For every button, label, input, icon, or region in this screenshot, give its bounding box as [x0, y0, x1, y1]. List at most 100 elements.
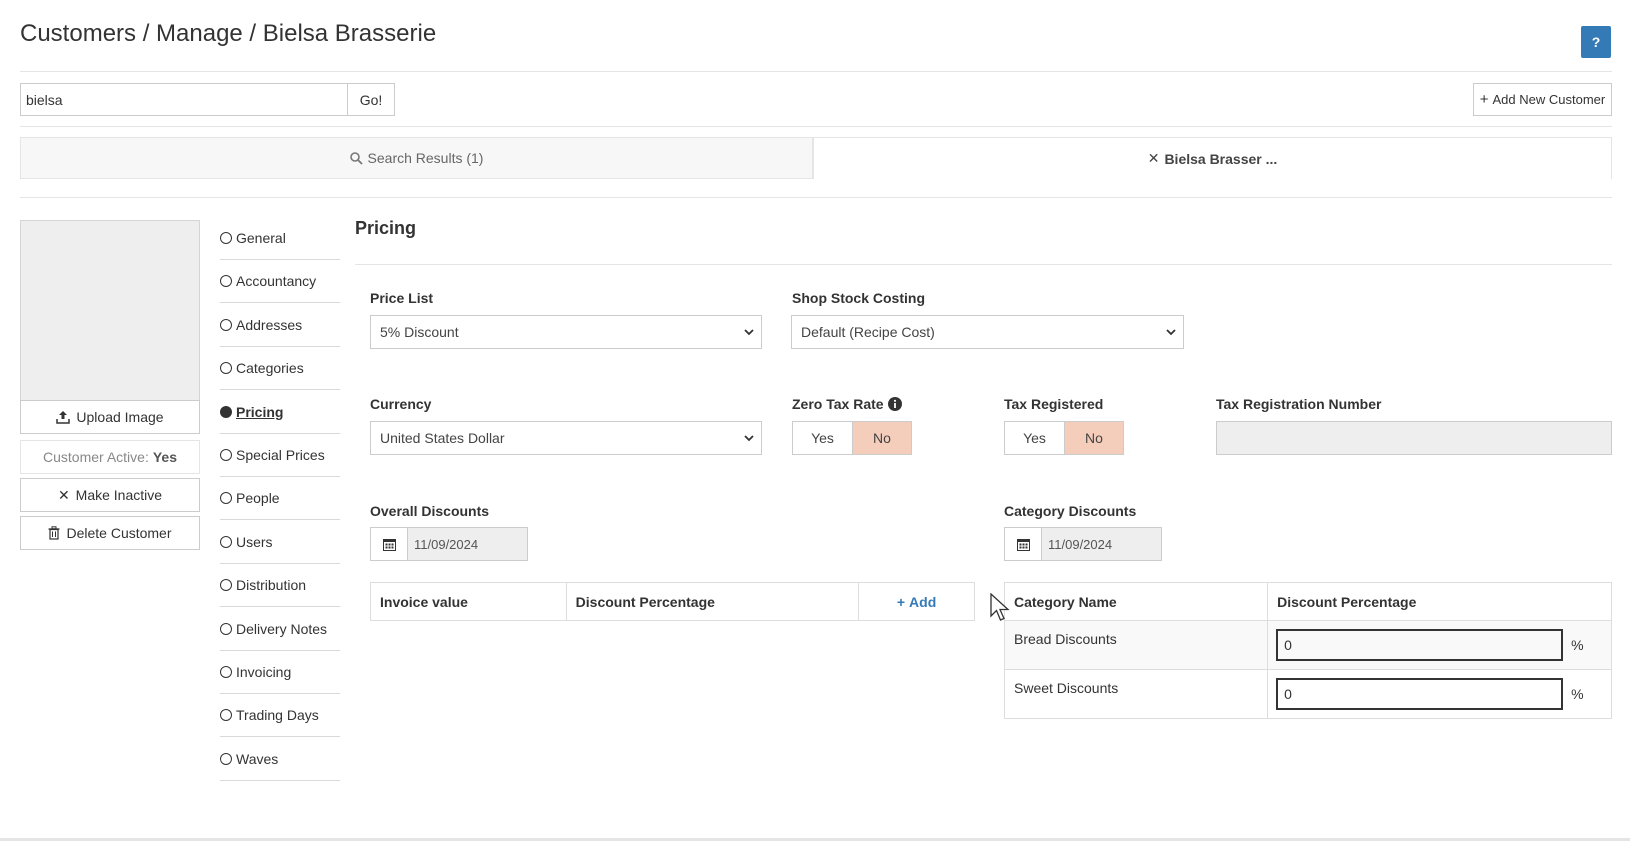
radio-empty-icon [220, 752, 232, 765]
chevron-down-icon [1166, 329, 1176, 336]
nav-item-label: People [236, 490, 280, 507]
nav-item-label: Special Prices [236, 447, 325, 463]
overall-discounts-label: Overall Discounts [370, 503, 490, 519]
add-new-customer-button[interactable]: + Add New Customer [1473, 83, 1612, 116]
divider [20, 197, 1612, 198]
add-discount-button[interactable]: + Add [868, 594, 965, 610]
radio-empty-icon [220, 449, 232, 461]
delete-customer-button[interactable]: Delete Customer [20, 516, 200, 550]
category-name-cell: Sweet Discounts [1003, 669, 1269, 719]
currency-select[interactable]: United States Dollar [370, 421, 762, 455]
percent-unit: % [1571, 637, 1584, 653]
tax-registration-number-field[interactable] [1216, 421, 1612, 455]
nav-item-waves[interactable]: Waves [220, 738, 340, 781]
overall-discounts-date[interactable]: 11/09/2024 [408, 527, 528, 561]
add-new-customer-label: Add New Customer [1492, 92, 1606, 107]
table-row: Sweet Discounts 0 % [1003, 669, 1612, 719]
radio-empty-icon [220, 622, 232, 635]
nav-item-label: Accountancy [236, 273, 317, 290]
customer-active-status: Customer Active: Yes [20, 440, 200, 474]
nav-item-addresses[interactable]: Addresses [220, 304, 340, 347]
tab-customer-label: Bielsa Brasser ... [1164, 150, 1278, 167]
help-button[interactable]: ? [1581, 26, 1611, 58]
radio-empty-icon [220, 318, 232, 331]
info-icon[interactable] [887, 397, 902, 411]
radio-empty-icon [220, 492, 232, 505]
close-icon[interactable]: ✕ [1148, 150, 1160, 167]
search-icon [349, 151, 363, 165]
bread-discount-input[interactable]: 0 [1276, 629, 1564, 661]
shop-stock-costing-select[interactable]: Default (Recipe Cost) [791, 315, 1184, 349]
discount-percentage-header: Discount Percentage [565, 582, 860, 621]
make-inactive-button[interactable]: ✕ Make Inactive [20, 478, 200, 512]
category-discounts-date[interactable]: 11/09/2024 [1042, 527, 1162, 561]
category-discounts-table: Category Name Discount Percentage Bread … [1003, 582, 1612, 719]
calendar-icon[interactable] [370, 527, 408, 561]
radio-empty-icon [220, 709, 232, 722]
zero-tax-rate-yes[interactable]: Yes [793, 422, 852, 454]
category-discounts-label: Category Discounts [1004, 503, 1137, 519]
mouse-cursor-icon [990, 593, 1010, 621]
tab-customer[interactable]: ✕ Bielsa Brasser ... [813, 137, 1612, 179]
nav-item-label: Delivery Notes [236, 620, 328, 637]
tax-registered-no[interactable]: No [1064, 422, 1123, 454]
zero-tax-rate-toggle: Yes No [792, 421, 912, 455]
sweet-discount-input[interactable]: 0 [1276, 678, 1564, 710]
nav-item-users[interactable]: Users [220, 521, 340, 564]
overall-discounts-table: Invoice value Discount Percentage + Add [370, 582, 975, 621]
radio-empty-icon [220, 579, 232, 592]
nav-item-categories[interactable]: Categories [220, 347, 340, 391]
nav-item-people[interactable]: People [220, 477, 340, 521]
upload-icon [56, 411, 71, 424]
nav-item-delivery-notes[interactable]: Delivery Notes [220, 608, 340, 651]
chevron-down-icon [744, 329, 754, 336]
zero-tax-rate-label: Zero Tax Rate [792, 396, 884, 412]
trash-icon [48, 526, 60, 540]
calendar-icon[interactable] [1004, 527, 1042, 561]
nav-item-pricing[interactable]: Pricing [220, 391, 340, 434]
category-discount-cell: 0 % [1267, 669, 1612, 719]
category-name-cell: Bread Discounts [1003, 620, 1269, 670]
nav-item-label: Pricing [236, 403, 284, 420]
nav-item-accountancy[interactable]: Accountancy [220, 260, 340, 304]
nav-item-label: Trading Days [236, 707, 319, 724]
nav-item-trading-days[interactable]: Trading Days [220, 694, 340, 738]
zero-tax-rate-no[interactable]: No [852, 422, 911, 454]
nav-item-label: Distribution [236, 577, 307, 594]
nav-item-label: General [236, 230, 286, 246]
plus-icon: + [1479, 91, 1489, 108]
plus-icon: + [896, 593, 906, 610]
radio-empty-icon [220, 275, 232, 288]
overall-discounts-date-group: 11/09/2024 [370, 527, 528, 561]
price-list-value: 5% Discount [380, 324, 459, 340]
search-input[interactable] [20, 83, 348, 116]
nav-item-general[interactable]: General [220, 217, 340, 260]
customer-image-placeholder [20, 220, 200, 401]
upload-image-button[interactable]: Upload Image [20, 400, 200, 434]
go-button[interactable]: Go! [347, 83, 395, 116]
delete-customer-label: Delete Customer [66, 525, 172, 541]
radio-empty-icon [220, 666, 232, 678]
page-title: Customers / Manage / Bielsa Brasserie [20, 20, 437, 47]
tax-registered-yes[interactable]: Yes [1005, 422, 1064, 454]
zero-tax-rate-label-group: Zero Tax Rate [792, 396, 902, 412]
price-list-label: Price List [370, 290, 434, 306]
category-discount-percentage-header: Discount Percentage [1267, 582, 1612, 621]
radio-empty-icon [220, 535, 232, 548]
category-name-header: Category Name [1003, 582, 1269, 621]
nav-item-invoicing[interactable]: Invoicing [220, 651, 340, 694]
shop-stock-costing-label: Shop Stock Costing [792, 290, 925, 306]
radio-empty-icon [220, 232, 232, 244]
price-list-select[interactable]: 5% Discount [370, 315, 762, 349]
make-inactive-label: Make Inactive [75, 487, 163, 503]
table-row: Bread Discounts 0 % [1003, 620, 1612, 670]
upload-image-label: Upload Image [76, 409, 164, 425]
nav-item-special-prices[interactable]: Special Prices [220, 434, 340, 477]
customer-active-value: Yes [152, 449, 177, 465]
nav-item-label: Invoicing [236, 664, 292, 680]
tab-search-results[interactable]: Search Results (1) [20, 137, 813, 179]
invoice-value-header: Invoice value [370, 582, 567, 621]
divider [355, 264, 1612, 265]
nav-item-label: Addresses [236, 316, 303, 333]
nav-item-distribution[interactable]: Distribution [220, 564, 340, 608]
